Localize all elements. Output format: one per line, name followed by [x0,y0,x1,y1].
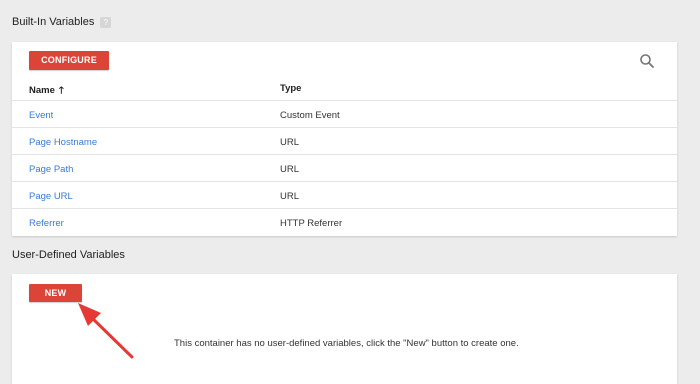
help-icon[interactable]: ? [100,16,112,28]
configure-button[interactable]: CONFIGURE [29,51,109,70]
variable-name-link[interactable]: Referrer [29,218,64,229]
variable-type: Custom Event [280,110,340,121]
builtin-title-text: Built-In Variables [12,16,95,28]
table-row[interactable]: Event Custom Event [12,100,677,128]
arrow-up-icon: 🡑 [58,85,64,96]
variable-name-link[interactable]: Page Path [29,164,73,175]
search-icon[interactable] [639,53,655,69]
table-row[interactable]: Referrer HTTP Referrer [12,208,677,236]
variable-type: URL [280,191,300,202]
table-row[interactable]: Page Hostname URL [12,127,677,155]
empty-state-message: This container has no user-defined varia… [174,338,519,349]
new-button[interactable]: NEW [29,284,82,302]
variable-type: HTTP Referrer [280,218,343,229]
variable-name-link[interactable]: Page URL [29,191,73,202]
column-header-type: Type [280,83,302,94]
variable-type: URL [280,137,300,148]
user-defined-section-title: User-Defined Variables [12,249,125,261]
variable-name-link[interactable]: Event [29,110,53,121]
user-defined-variables-card: NEW This container has no user-defined v… [12,274,677,384]
variable-name-link[interactable]: Page Hostname [29,137,97,148]
builtin-variables-card: CONFIGURE Name 🡑 Type Event Custom Event … [12,42,677,236]
table-header: Name 🡑 Type [12,74,677,101]
table-row[interactable]: Page URL URL [12,181,677,209]
table-row[interactable]: Page Path URL [12,154,677,182]
variable-type: URL [280,164,300,175]
builtin-section-title: Built-In Variables? [12,16,112,28]
column-header-name[interactable]: Name 🡑 [29,83,64,99]
